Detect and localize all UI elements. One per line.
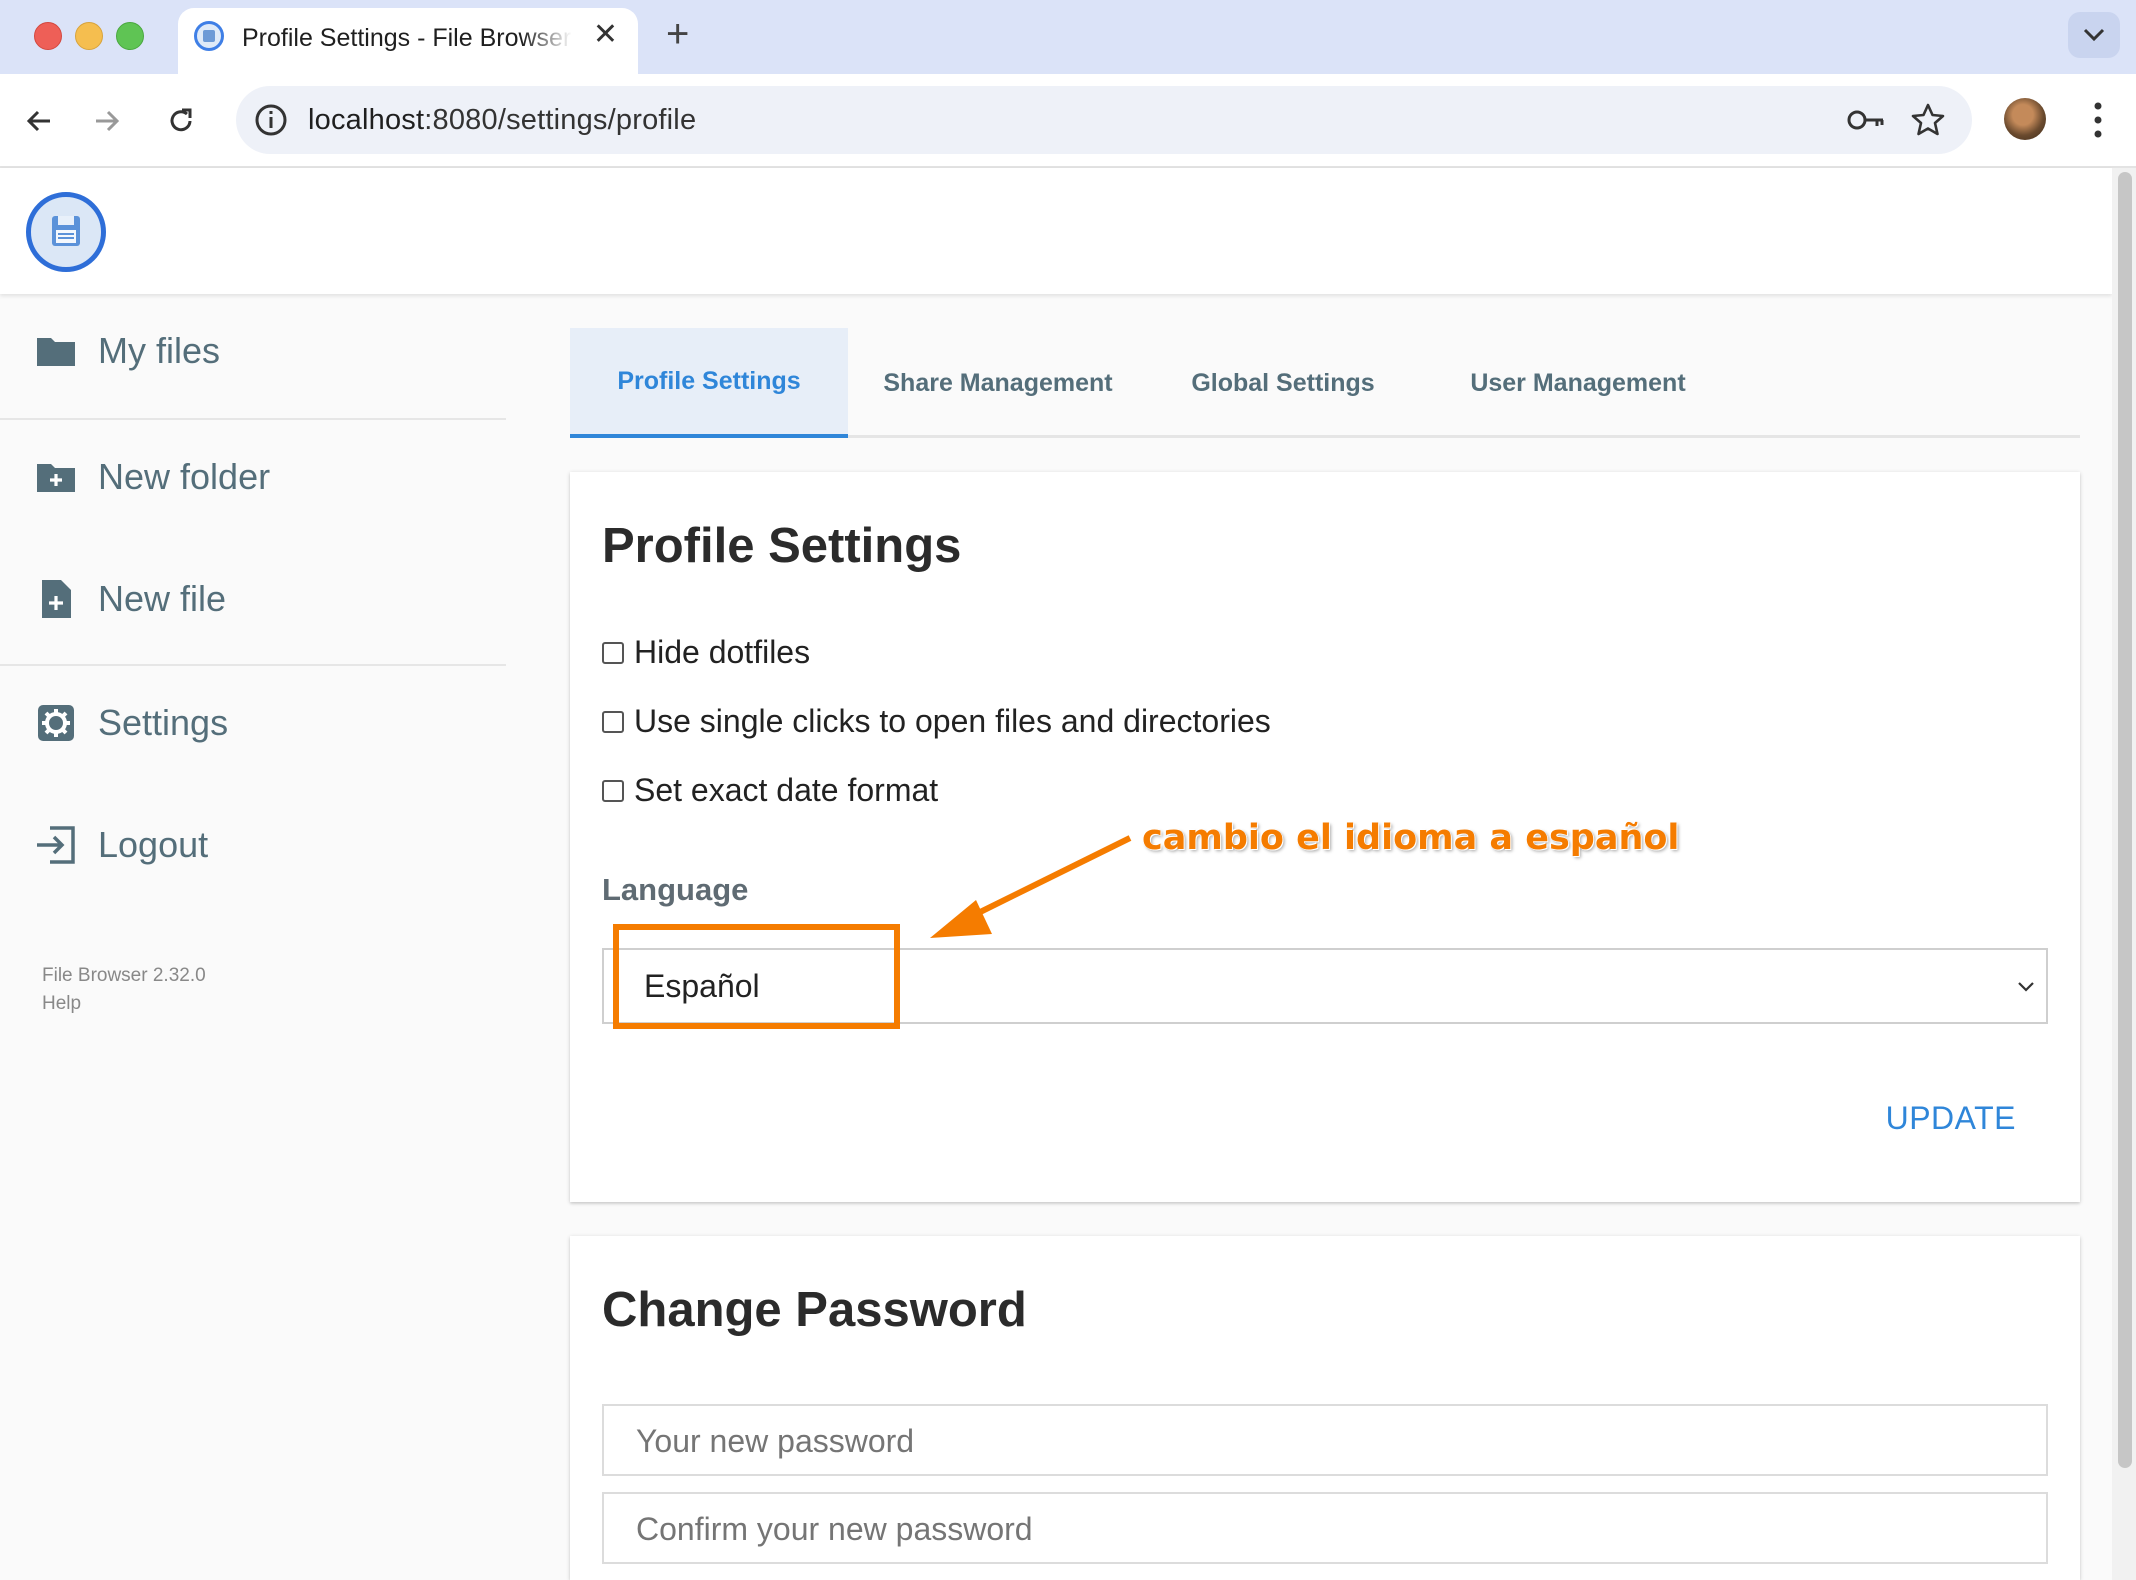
sidebar-item-label: Logout xyxy=(98,824,209,865)
sidebar-item-label: New file xyxy=(98,578,227,619)
checkbox-label: Hide dotfiles xyxy=(634,634,811,670)
sidebar-item-label: My files xyxy=(98,330,221,371)
gear-icon xyxy=(38,705,74,741)
chevron-down-icon xyxy=(2083,28,2105,42)
card-title: Change Password xyxy=(602,1283,1027,1337)
browser-tab-title: Profile Settings - File Browser xyxy=(242,24,572,52)
url-host: localhost xyxy=(308,104,425,136)
arrow-left-icon xyxy=(26,110,50,132)
confirm-password-input[interactable]: Confirm your new password xyxy=(602,1492,2048,1564)
input-placeholder: Confirm your new password xyxy=(636,1511,1033,1547)
file-browser-logo[interactable] xyxy=(26,192,106,272)
annotation-text: cambio el idioma a español xyxy=(1142,818,1680,858)
url-path: :8080/settings/profile xyxy=(424,104,697,136)
hide-dotfiles-checkbox-row[interactable]: Hide dotfiles xyxy=(602,634,810,671)
new-password-input[interactable]: Your new password xyxy=(602,1404,2048,1476)
single-click-checkbox[interactable] xyxy=(602,710,624,733)
logout-icon xyxy=(37,826,75,864)
reload-icon xyxy=(170,108,192,132)
tab-close-icon[interactable]: ✕ xyxy=(593,20,618,50)
sidebar: My files New folder New file Settings Lo… xyxy=(0,294,506,1580)
url-text: localhost:8080/settings/profile xyxy=(308,104,696,137)
checkbox-label: Use single clicks to open files and dire… xyxy=(634,703,1271,739)
tab-share-management[interactable]: Share Management xyxy=(848,328,1148,438)
sidebar-credits: File Browser 2.32.0 Help xyxy=(42,962,206,1018)
language-label: Language xyxy=(602,872,749,907)
sidebar-divider xyxy=(0,664,506,666)
window-close-button[interactable] xyxy=(34,22,62,50)
back-button[interactable] xyxy=(16,98,62,144)
more-menu-icon[interactable] xyxy=(2088,98,2108,142)
sidebar-item-settings[interactable]: Settings xyxy=(0,668,506,778)
window-minimize-button[interactable] xyxy=(75,22,103,50)
browser-tab-strip: Profile Settings - File Browser ✕ + xyxy=(0,0,2136,74)
browser-toolbar: localhost:8080/settings/profile xyxy=(0,74,2136,168)
browser-tab-active[interactable]: Profile Settings - File Browser ✕ xyxy=(178,8,638,74)
single-click-checkbox-row[interactable]: Use single clicks to open files and dire… xyxy=(602,703,1271,740)
window-maximize-button[interactable] xyxy=(116,22,144,50)
favicon-icon xyxy=(194,21,224,51)
tab-user-management[interactable]: User Management xyxy=(1418,328,1738,438)
folder-icon xyxy=(37,338,75,366)
sidebar-item-new-file[interactable]: New file xyxy=(0,544,506,654)
bookmark-star-icon[interactable] xyxy=(1910,102,1946,138)
sidebar-item-label: Settings xyxy=(98,702,229,743)
floppy-disk-icon xyxy=(52,216,80,246)
reload-button[interactable] xyxy=(158,98,204,144)
page-scrollbar-thumb[interactable] xyxy=(2118,172,2132,1468)
file-plus-icon xyxy=(42,580,71,618)
sidebar-item-logout[interactable]: Logout xyxy=(0,790,506,900)
tab-search-button[interactable] xyxy=(2068,12,2120,58)
version-text: File Browser 2.32.0 xyxy=(42,965,206,986)
password-key-icon[interactable] xyxy=(1846,104,1886,136)
arrow-right-icon xyxy=(96,110,120,132)
update-button[interactable]: UPDATE xyxy=(1886,1100,2016,1137)
new-tab-button[interactable]: + xyxy=(666,12,689,56)
hide-dotfiles-checkbox[interactable] xyxy=(602,641,624,664)
site-info-icon[interactable] xyxy=(254,103,288,137)
sidebar-item-label: New folder xyxy=(98,456,271,497)
input-placeholder: Your new password xyxy=(636,1423,915,1459)
folder-plus-icon xyxy=(37,464,75,492)
help-link[interactable]: Help xyxy=(42,990,206,1018)
chevron-down-icon xyxy=(2018,982,2034,992)
annotation-highlight-box xyxy=(613,924,900,1029)
settings-tabs: Profile Settings Share Management Global… xyxy=(570,328,2080,438)
change-password-card: Change Password Your new password Confir… xyxy=(570,1236,2080,1580)
app-header xyxy=(0,168,2112,294)
tab-global-settings[interactable]: Global Settings xyxy=(1148,328,1418,438)
forward-button[interactable] xyxy=(84,98,130,144)
card-title: Profile Settings xyxy=(602,519,962,573)
exact-date-checkbox[interactable] xyxy=(602,779,624,802)
profile-avatar[interactable] xyxy=(2004,98,2046,140)
sidebar-item-new-folder[interactable]: New folder xyxy=(0,422,506,532)
checkbox-label: Set exact date format xyxy=(634,772,939,808)
exact-date-checkbox-row[interactable]: Set exact date format xyxy=(602,772,938,809)
sidebar-divider xyxy=(0,418,506,420)
address-bar[interactable]: localhost:8080/settings/profile xyxy=(236,86,1972,154)
sidebar-item-my-files[interactable]: My files xyxy=(0,296,506,406)
tab-profile-settings[interactable]: Profile Settings xyxy=(570,328,848,438)
annotation-arrow-icon xyxy=(930,835,1132,938)
